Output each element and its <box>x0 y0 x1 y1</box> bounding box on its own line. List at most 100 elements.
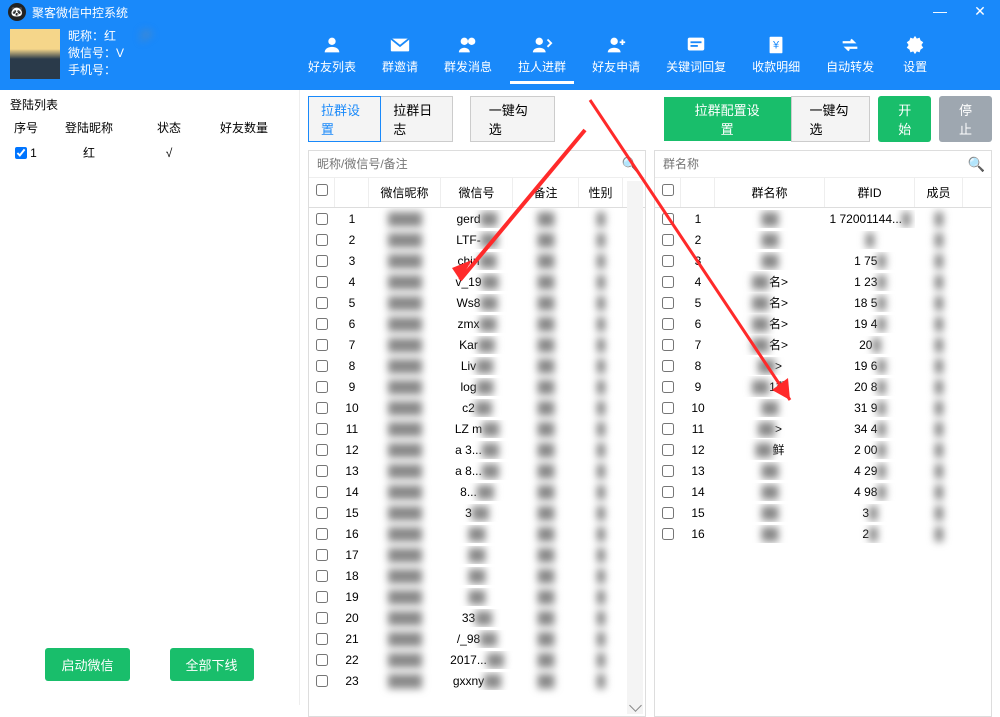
group-row-check[interactable] <box>662 276 674 288</box>
group-row[interactable]: 15██3██ <box>655 502 991 523</box>
group-row-check[interactable] <box>662 255 674 267</box>
friend-row[interactable]: 5████Ws8█████ <box>309 292 645 313</box>
check-all-left-button[interactable]: 一键勾选 <box>470 96 555 142</box>
group-row-check[interactable] <box>662 297 674 309</box>
friend-search-input[interactable] <box>309 151 645 177</box>
group-row-check[interactable] <box>662 360 674 372</box>
friend-row[interactable]: 17█████████ <box>309 544 645 565</box>
friend-row-check[interactable] <box>316 318 328 330</box>
friend-row-check[interactable] <box>316 591 328 603</box>
group-row-check[interactable] <box>662 318 674 330</box>
group-row-check[interactable] <box>662 213 674 225</box>
friend-row[interactable]: 4████v_19█████ <box>309 271 645 292</box>
scrollbar[interactable] <box>627 181 643 714</box>
group-row-check[interactable] <box>662 402 674 414</box>
group-row[interactable]: 2████ <box>655 229 991 250</box>
friend-row-check[interactable] <box>316 465 328 477</box>
group-row-check[interactable] <box>662 381 674 393</box>
friend-row-check[interactable] <box>316 612 328 624</box>
friend-row-check[interactable] <box>316 633 328 645</box>
friend-row-check[interactable] <box>316 507 328 519</box>
group-row[interactable]: 13██4 29██ <box>655 460 991 481</box>
friend-row-check[interactable] <box>316 213 328 225</box>
pull-config-button[interactable]: 拉群配置设置 <box>664 97 791 141</box>
group-row[interactable]: 5██名>18 5██ <box>655 292 991 313</box>
group-row[interactable]: 9██1群20 8██ <box>655 376 991 397</box>
stop-button[interactable]: 停止 <box>939 96 992 142</box>
group-row[interactable]: 4██名>1 23██ <box>655 271 991 292</box>
group-row[interactable]: 1██1 72001144...██ <box>655 208 991 229</box>
friend-row[interactable]: 15████ 3█████ <box>309 502 645 523</box>
group-row[interactable]: 3██1 75██ <box>655 250 991 271</box>
friend-row-check[interactable] <box>316 549 328 561</box>
friend-row[interactable]: 10████c2█████ <box>309 397 645 418</box>
friend-row[interactable]: 3████chin█████ <box>309 250 645 271</box>
friend-row[interactable]: 22████2017...█████ <box>309 649 645 670</box>
friend-row[interactable]: 20████33█████ <box>309 607 645 628</box>
search-icon[interactable]: 🔍 <box>622 156 639 173</box>
friend-row[interactable]: 1████gerd█████ <box>309 208 645 229</box>
nav-拉人进群[interactable]: 拉人进群 <box>510 30 574 84</box>
nav-群发消息[interactable]: 群发消息 <box>436 30 500 84</box>
friend-row-check[interactable] <box>316 528 328 540</box>
friend-row[interactable]: 11████LZ m█████ <box>309 418 645 439</box>
friends-select-all[interactable] <box>316 184 328 196</box>
search-icon[interactable]: 🔍 <box>968 156 985 173</box>
group-row[interactable]: 14██4 98██ <box>655 481 991 502</box>
friend-row-check[interactable] <box>316 423 328 435</box>
start-button[interactable]: 开始 <box>878 96 931 142</box>
group-row[interactable]: 8██>19 6██ <box>655 355 991 376</box>
all-offline-button[interactable]: 全部下线 <box>170 648 254 681</box>
friend-row[interactable]: 7████Kar█████ <box>309 334 645 355</box>
login-row[interactable]: 1红 √ <box>8 140 291 165</box>
nav-设置[interactable]: 设置 <box>892 30 938 84</box>
friend-row-check[interactable] <box>316 654 328 666</box>
nav-好友列表[interactable]: 好友列表 <box>300 30 364 84</box>
group-row[interactable]: 11██>34 4██ <box>655 418 991 439</box>
friend-row-check[interactable] <box>316 381 328 393</box>
nav-关键词回复[interactable]: 关键词回复 <box>658 30 734 84</box>
nav-好友申请[interactable]: 好友申请 <box>584 30 648 84</box>
nav-自动转发[interactable]: 自动转发 <box>818 30 882 84</box>
friend-row[interactable]: 12████a 3...█████ <box>309 439 645 460</box>
group-row-check[interactable] <box>662 528 674 540</box>
groups-select-all[interactable] <box>662 184 674 196</box>
friend-row-check[interactable] <box>316 360 328 372</box>
friend-row[interactable]: 2████LTF-█████ <box>309 229 645 250</box>
friend-row-check[interactable] <box>316 297 328 309</box>
tab-pull-log[interactable]: 拉群日志 <box>381 96 453 142</box>
friend-row[interactable]: 18█████████ <box>309 565 645 586</box>
friend-row[interactable]: 21████/_98█████ <box>309 628 645 649</box>
launch-wechat-button[interactable]: 启动微信 <box>45 648 129 681</box>
friend-row[interactable]: 23████gxxny█████ <box>309 670 645 691</box>
friend-row-check[interactable] <box>316 339 328 351</box>
group-row-check[interactable] <box>662 234 674 246</box>
friend-row-check[interactable] <box>316 444 328 456</box>
group-row[interactable]: 6██名>19 4██ <box>655 313 991 334</box>
friend-row-check[interactable] <box>316 402 328 414</box>
friend-row[interactable]: 19█████████ <box>309 586 645 607</box>
nav-群邀请[interactable]: 群邀请 <box>374 30 426 84</box>
group-row[interactable]: 7██名>20██ <box>655 334 991 355</box>
group-row-check[interactable] <box>662 507 674 519</box>
group-row[interactable]: 12██鲜2 00██ <box>655 439 991 460</box>
friend-row[interactable]: 13████a 8...█████ <box>309 460 645 481</box>
group-search-input[interactable] <box>655 151 991 177</box>
window-minimize[interactable]: — <box>920 0 960 22</box>
friend-row[interactable]: 8████Liv█████ <box>309 355 645 376</box>
nav-收款明细[interactable]: ¥收款明细 <box>744 30 808 84</box>
friend-row-check[interactable] <box>316 486 328 498</box>
group-row-check[interactable] <box>662 465 674 477</box>
friend-row-check[interactable] <box>316 234 328 246</box>
friend-row-check[interactable] <box>316 255 328 267</box>
group-row[interactable]: 16██2██ <box>655 523 991 544</box>
friend-row[interactable]: 6████zmx█████ <box>309 313 645 334</box>
login-row-check[interactable] <box>15 147 27 159</box>
friend-row-check[interactable] <box>316 675 328 687</box>
check-all-right-button[interactable]: 一键勾选 <box>791 96 871 142</box>
friend-row[interactable]: 16█████████ <box>309 523 645 544</box>
tab-pull-settings[interactable]: 拉群设置 <box>308 96 381 142</box>
group-row-check[interactable] <box>662 423 674 435</box>
friend-row[interactable]: 9████log█████ <box>309 376 645 397</box>
window-close[interactable]: ✕ <box>960 0 1000 22</box>
